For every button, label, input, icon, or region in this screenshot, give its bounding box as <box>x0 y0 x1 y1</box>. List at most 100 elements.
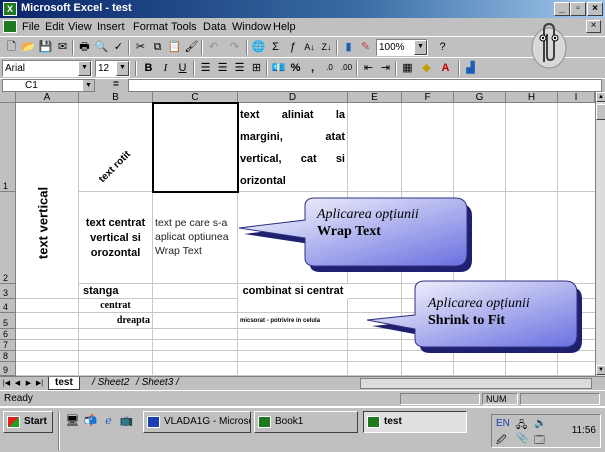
paste-icon[interactable]: 📋 <box>166 39 183 55</box>
column-header-d[interactable]: D <box>238 92 348 103</box>
language-icon[interactable]: EN <box>496 418 510 429</box>
decrease-decimal-icon[interactable]: .00 <box>338 60 355 76</box>
office-assistant-icon[interactable] <box>528 18 570 70</box>
chart-icon[interactable]: ▟ <box>462 60 479 76</box>
row-header-7[interactable]: 7 <box>0 340 16 351</box>
menu-format[interactable]: Format <box>133 21 168 33</box>
cell-d5[interactable]: micsorat - potrivire in celula <box>240 318 320 324</box>
cell-b1[interactable]: text rotit <box>79 103 152 191</box>
menu-insert[interactable]: Insert <box>97 21 125 33</box>
row-header-1[interactable]: 1 <box>0 103 16 192</box>
copy-icon[interactable]: ⧉ <box>149 39 166 55</box>
menu-help[interactable]: Help <box>273 21 296 33</box>
drawing-icon[interactable]: ✎ <box>357 39 374 55</box>
spelling-icon[interactable]: ✓ <box>110 39 127 55</box>
menu-view[interactable]: View <box>68 21 92 33</box>
column-header-b[interactable]: B <box>79 92 153 103</box>
formula-input[interactable] <box>128 79 602 92</box>
borders-icon[interactable]: ▦ <box>399 60 416 76</box>
merge-center-icon[interactable]: ⊞ <box>248 60 265 76</box>
menu-file[interactable]: File <box>22 21 40 33</box>
chevron-down-icon[interactable]: ▼ <box>414 40 427 55</box>
font-select[interactable]: Arial ▼ <box>2 60 92 77</box>
cell-d1[interactable]: text aliniat la margini, atat vertical, … <box>240 104 345 190</box>
cell-a1-merged[interactable]: text vertical <box>16 103 78 284</box>
open-icon[interactable]: 📂 <box>20 39 37 55</box>
redo-icon[interactable]: ↷ <box>226 39 243 55</box>
help-icon[interactable]: ? <box>434 39 451 55</box>
select-all-corner[interactable] <box>0 92 16 103</box>
next-sheet-icon[interactable]: ▶ <box>24 378 33 389</box>
start-button[interactable]: Start <box>3 411 53 433</box>
bold-button[interactable]: B <box>140 60 157 76</box>
column-header-i[interactable]: I <box>558 92 595 103</box>
column-header-f[interactable]: F <box>402 92 454 103</box>
tray-app-icon[interactable]: 📎 <box>516 433 528 444</box>
chart-wizard-icon[interactable]: ▮ <box>340 39 357 55</box>
print-preview-icon[interactable]: 🔍 <box>93 39 110 55</box>
close-button[interactable]: × <box>587 2 603 16</box>
autosum-icon[interactable]: Σ <box>267 39 284 55</box>
cell-b5[interactable]: dreapta <box>79 315 150 326</box>
scroll-thumb[interactable] <box>596 104 605 120</box>
sheet-tab-sheet3[interactable]: / Sheet3 / <box>130 377 185 390</box>
cell-b3[interactable]: stanga <box>83 285 118 297</box>
quicklaunch-desktop-icon[interactable]: 🖥 <box>64 413 81 429</box>
email-icon[interactable]: ✉ <box>54 39 71 55</box>
cell-b2[interactable]: text centrat vertical si orozontal <box>79 216 152 261</box>
menu-tools[interactable]: Tools <box>171 21 197 33</box>
scroll-up-icon[interactable]: ▲ <box>596 92 605 102</box>
name-box[interactable]: C1 ▼ <box>2 79 95 92</box>
minimize-button[interactable]: _ <box>554 2 570 16</box>
chevron-down-icon[interactable]: ▼ <box>78 61 91 76</box>
increase-decimal-icon[interactable]: .0 <box>321 60 338 76</box>
row-header-5[interactable]: 5 <box>0 313 16 329</box>
decrease-indent-icon[interactable]: ⇤ <box>360 60 377 76</box>
percent-button[interactable]: % <box>287 60 304 76</box>
row-header-6[interactable]: 6 <box>0 329 16 340</box>
column-header-a[interactable]: A <box>16 92 79 103</box>
column-header-g[interactable]: G <box>454 92 506 103</box>
font-color-icon[interactable]: A <box>437 60 454 76</box>
column-header-h[interactable]: H <box>506 92 558 103</box>
workbook-icon[interactable] <box>3 20 17 33</box>
quicklaunch-outlook-icon[interactable]: 📬 <box>82 413 99 429</box>
menu-window[interactable]: Window <box>232 21 271 33</box>
horizontal-scrollbar[interactable] <box>360 378 592 389</box>
font-size-select[interactable]: 12 ▼ <box>95 60 130 77</box>
row-header-2[interactable]: 2 <box>0 192 16 284</box>
taskbar-item-word[interactable]: VLADA1G - Microsoft W... <box>143 411 251 433</box>
fill-color-icon[interactable]: ◆ <box>418 60 435 76</box>
cut-icon[interactable]: ✂ <box>132 39 149 55</box>
comma-button[interactable]: , <box>304 60 321 76</box>
hyperlink-icon[interactable]: 🌐 <box>250 39 267 55</box>
cell-c2[interactable]: text pe care s-a aplicat optiunea Wrap T… <box>155 216 239 258</box>
last-sheet-icon[interactable]: ▶| <box>35 378 44 389</box>
zoom-select[interactable]: 100% ▼ <box>376 39 428 56</box>
tray-app-icon[interactable]: 🗔 <box>534 433 545 450</box>
undo-icon[interactable]: ↶ <box>205 39 222 55</box>
print-icon[interactable]: 🖶 <box>76 39 93 55</box>
clock[interactable]: 11:56 <box>572 425 596 436</box>
spreadsheet-grid[interactable]: A B C D E F G H I 1 2 3 4 5 6 7 8 9 text… <box>0 92 595 376</box>
prev-sheet-icon[interactable]: ◀ <box>13 378 22 389</box>
restore-button[interactable]: ▫ <box>570 2 586 16</box>
formula-equals-label[interactable]: = <box>113 79 119 90</box>
save-icon[interactable]: 💾 <box>37 39 54 55</box>
chevron-down-icon[interactable]: ▼ <box>116 61 129 76</box>
underline-button[interactable]: U <box>174 60 191 76</box>
taskbar-item-book1[interactable]: Book1 <box>254 411 358 433</box>
chevron-down-icon[interactable]: ▼ <box>83 80 94 91</box>
excel-icon[interactable]: X <box>3 2 17 16</box>
vertical-scrollbar[interactable]: ▲ ▼ <box>595 92 605 376</box>
currency-icon[interactable]: 💶 <box>270 60 287 76</box>
row-header-9[interactable]: 9 <box>0 362 16 376</box>
row-header-8[interactable]: 8 <box>0 351 16 362</box>
increase-indent-icon[interactable]: ⇥ <box>377 60 394 76</box>
scroll-down-icon[interactable]: ▼ <box>596 365 605 375</box>
sort-ascending-icon[interactable]: A↓ <box>301 39 318 55</box>
format-painter-icon[interactable]: 🖌 <box>183 39 200 55</box>
new-icon[interactable]: 🗋 <box>3 39 20 55</box>
italic-button[interactable]: I <box>157 60 174 76</box>
align-left-icon[interactable]: ☰ <box>197 60 214 76</box>
